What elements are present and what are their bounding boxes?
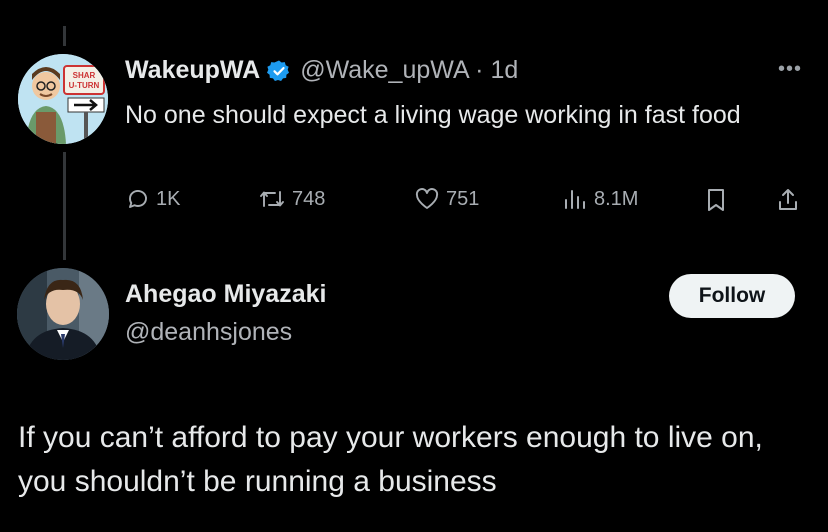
tweet-author-row: WakeupWA @Wake_upWA · 1d <box>125 56 518 85</box>
bookmark-icon <box>708 189 724 211</box>
heart-icon <box>415 188 439 209</box>
tweet-text: No one should expect a living wage worki… <box>125 101 741 129</box>
share-icon <box>779 189 797 210</box>
bookmark-button[interactable] <box>704 187 728 213</box>
views-button[interactable]: 8.1M <box>562 187 638 211</box>
author-avatar[interactable]: SHAR U-TURN <box>18 54 108 144</box>
reply-button[interactable]: 1K <box>126 187 180 211</box>
reply-icon <box>129 190 147 208</box>
retweet-button[interactable]: 748 <box>258 187 325 211</box>
reply-author-handle[interactable]: @deanhsjones <box>125 318 292 347</box>
views-chart-icon <box>565 190 585 209</box>
reply-author-avatar[interactable] <box>17 268 109 360</box>
verified-badge-icon <box>267 60 290 81</box>
follow-button[interactable]: Follow <box>669 274 795 318</box>
more-options-icon[interactable]: ••• <box>778 58 802 81</box>
reply-text: If you can’t afford to pay your workers … <box>18 421 763 498</box>
svg-text:SHAR: SHAR <box>73 71 96 80</box>
tweet-author-name[interactable]: WakeupWA <box>125 56 260 85</box>
like-count: 751 <box>446 187 480 210</box>
tweet-actions-bar: 1K 748 751 8.1M <box>0 187 828 221</box>
reply-author-name[interactable]: Ahegao Miyazaki <box>125 280 326 309</box>
share-button[interactable] <box>776 187 800 213</box>
retweet-count: 748 <box>292 187 326 210</box>
thread-line-connector <box>63 152 66 260</box>
retweet-icon <box>260 191 284 207</box>
thread-line-top <box>63 26 66 46</box>
tweet-author-handle-time[interactable]: @Wake_upWA · 1d <box>300 56 518 85</box>
reply-count: 1K <box>156 187 181 210</box>
portrait-avatar-image <box>17 268 109 360</box>
views-count: 8.1M <box>594 187 639 210</box>
like-button[interactable]: 751 <box>414 187 479 211</box>
svg-text:U-TURN: U-TURN <box>69 81 100 90</box>
cartoon-avatar-image: SHAR U-TURN <box>18 54 108 144</box>
